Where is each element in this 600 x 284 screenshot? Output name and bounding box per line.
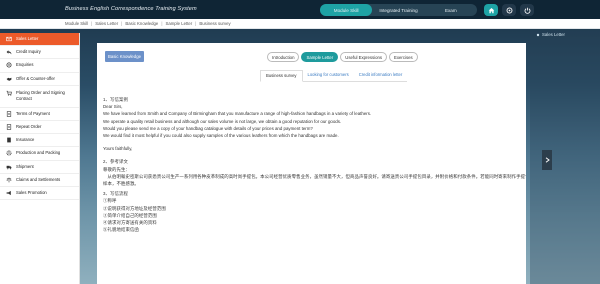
sidebar-item-repeat-order[interactable]: Repeat Order bbox=[0, 121, 79, 135]
breadcrumb-separator: | bbox=[195, 21, 197, 26]
mode-exam[interactable]: Exam bbox=[425, 4, 477, 16]
letter-closing: Yours faithfully, bbox=[103, 146, 133, 152]
breadcrumb-item[interactable]: Module Skill bbox=[65, 21, 88, 26]
app-title: Business English Correspondence Training… bbox=[65, 6, 197, 12]
gear-icon bbox=[6, 150, 12, 156]
tab-useful-expressions[interactable]: Useful Expressions bbox=[340, 52, 388, 62]
translation-line: 样本，不胜感激。 bbox=[103, 181, 139, 187]
section-heading: 1、写信案例 bbox=[103, 97, 128, 102]
sidebar-item-label: Credit Inquiry bbox=[16, 49, 41, 55]
right-panel: Sales Letter bbox=[530, 29, 600, 284]
breadcrumb-separator: | bbox=[91, 21, 93, 26]
mode-module-skill[interactable]: Module Skill bbox=[320, 4, 373, 16]
breadcrumb-item[interactable]: Basic Knowledge bbox=[125, 21, 158, 26]
letter-line: Would you please send me a copy of your … bbox=[103, 125, 313, 131]
basic-knowledge-button[interactable]: Basic Knowledge bbox=[105, 51, 144, 62]
document-icon bbox=[6, 111, 12, 117]
right-panel-item[interactable]: Sales Letter bbox=[536, 32, 565, 37]
sidebar-item-label: Claims and Settlements bbox=[16, 176, 61, 182]
mode-switcher: Module Skill Integrated Training Exam bbox=[320, 4, 477, 16]
sidebar-item-label: Repeat Order bbox=[16, 124, 42, 130]
sidebar-item-label: Production and Packing bbox=[16, 150, 61, 156]
document-icon bbox=[6, 137, 12, 143]
section-heading: 2、参考译文 bbox=[103, 159, 128, 165]
sidebar-item-claims[interactable]: Claims and Settlements bbox=[0, 174, 79, 187]
sidebar-item-sales-letter[interactable]: Sales Letter bbox=[0, 33, 79, 47]
sidebar-item-shipment[interactable]: Shipment bbox=[0, 161, 79, 174]
letter-line: We have learned from Smith and Company o… bbox=[103, 111, 372, 117]
mail-icon bbox=[6, 36, 12, 42]
translation-line: 从伯明翰史密斯公司获悉贵公司生产一系列用各种皮革制成的高时尚手提包。本公司经营优… bbox=[103, 173, 526, 179]
sidebar-item-placing-order[interactable]: Placing Order and Signing Contract bbox=[0, 86, 79, 108]
step-item: ⑤礼貌地结束信函 bbox=[103, 227, 139, 233]
reply-icon bbox=[6, 49, 12, 55]
subtab-credit-information-letter[interactable]: Credit information letter bbox=[354, 70, 408, 81]
content-panel: Basic Knowledge Introduction Sample Lett… bbox=[97, 43, 526, 284]
power-icon[interactable] bbox=[520, 4, 534, 16]
step-item: ②说明获得对方地址及经营范围 bbox=[103, 205, 166, 211]
chevron-right-icon bbox=[545, 157, 550, 163]
step-item: ③简单介绍自己的经营范围 bbox=[103, 212, 157, 218]
tab-exercises[interactable]: Exercises bbox=[389, 52, 418, 62]
letter-greeting: Dear Sirs, bbox=[103, 104, 123, 110]
breadcrumb: Module Skill | Sales Letter | Basic Know… bbox=[65, 21, 231, 26]
truck-icon bbox=[6, 164, 12, 170]
sidebar-item-credit-inquiry[interactable]: Credit Inquiry bbox=[0, 46, 79, 60]
sidebar-item-label: Sales Letter bbox=[16, 36, 39, 42]
bullet-icon bbox=[536, 33, 540, 36]
sidebar-item-sales-promotion[interactable]: Sales Promotion bbox=[0, 187, 79, 201]
breadcrumb-item[interactable]: Sample Letter bbox=[165, 21, 192, 26]
section-heading: 3、写信流程 bbox=[103, 191, 128, 197]
sidebar-item-label: Enquiries bbox=[16, 62, 34, 68]
sidebar-item-label: Offer & Counter-offer bbox=[16, 75, 55, 81]
letter-subtabs: Business survey Looking for customers Cr… bbox=[260, 70, 408, 82]
top-icons bbox=[484, 4, 534, 16]
right-panel-label: Sales Letter bbox=[542, 32, 565, 37]
handshake-icon bbox=[6, 76, 12, 82]
breadcrumb-item: Business survey bbox=[199, 21, 231, 26]
sidebar-item-offer[interactable]: Offer & Counter-offer bbox=[0, 73, 79, 86]
sidebar-item-production-packing[interactable]: Production and Packing bbox=[0, 147, 79, 161]
sidebar-item-label: Shipment bbox=[16, 163, 34, 169]
sidebar-item-label: Insurance bbox=[16, 137, 35, 143]
sidebar-item-label: Sales Promotion bbox=[16, 189, 47, 195]
content-tabs: Introduction Sample Letter Useful Expres… bbox=[267, 52, 418, 62]
breadcrumb-separator: | bbox=[121, 21, 123, 26]
tab-introduction[interactable]: Introduction bbox=[267, 52, 300, 62]
sidebar-item-terms-of-payment[interactable]: Terms of Payment bbox=[0, 108, 79, 121]
settings-icon[interactable] bbox=[502, 4, 516, 16]
home-icon[interactable] bbox=[484, 4, 498, 16]
breadcrumb-item[interactable]: Sales Letter bbox=[95, 21, 118, 26]
megaphone-icon bbox=[6, 190, 12, 196]
cart-icon bbox=[6, 90, 12, 96]
mode-integrated-training[interactable]: Integrated Training bbox=[372, 4, 424, 16]
translation-greeting: 尊敬的先生： bbox=[103, 166, 130, 172]
document-icon bbox=[6, 124, 12, 130]
panel-collapse-handle[interactable] bbox=[542, 150, 552, 170]
top-bar: Business English Correspondence Training… bbox=[0, 0, 600, 19]
sidebar: Sales Letter Credit Inquiry Enquiries Of… bbox=[0, 33, 80, 284]
letter-line: We would find it most helpful if you cou… bbox=[103, 133, 339, 139]
sidebar-item-label: Terms of Payment bbox=[16, 110, 50, 116]
tab-sample-letter[interactable]: Sample Letter bbox=[301, 52, 339, 62]
sidebar-item-label: Placing Order and Signing Contract bbox=[16, 89, 65, 101]
letter-body: 1、写信案例 Dear Sirs, We have learned from S… bbox=[103, 96, 526, 233]
step-item: ④请求对方寄送有关的资料 bbox=[103, 220, 157, 226]
subtab-business-survey[interactable]: Business survey bbox=[260, 70, 303, 82]
subtab-looking-for-customers[interactable]: Looking for customers bbox=[303, 70, 354, 81]
sidebar-item-insurance[interactable]: Insurance bbox=[0, 134, 79, 148]
sidebar-item-enquiries[interactable]: Enquiries bbox=[0, 59, 79, 73]
breadcrumb-bar: Module Skill | Sales Letter | Basic Know… bbox=[0, 19, 600, 29]
letter-line: We operate a quality retail business and… bbox=[103, 118, 342, 124]
step-item: ①称呼 bbox=[103, 198, 117, 204]
breadcrumb-separator: | bbox=[161, 21, 163, 26]
settings-icon bbox=[6, 62, 12, 68]
scale-icon bbox=[6, 177, 12, 183]
